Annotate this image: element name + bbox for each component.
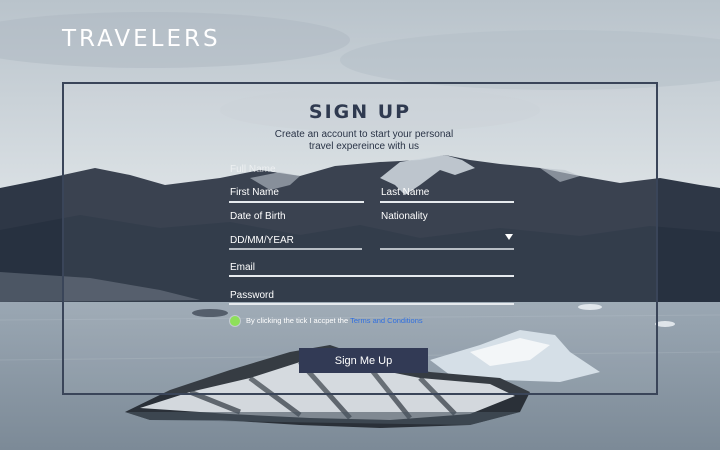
subtitle-line-2: travel expereince with us bbox=[308, 141, 420, 152]
terms-text: By clicking the tick I accpet the Terms … bbox=[246, 316, 423, 325]
page-title: SIGN UP bbox=[308, 101, 412, 123]
password-underline bbox=[229, 303, 514, 305]
first-name-input[interactable]: First Name bbox=[230, 187, 279, 198]
email-underline bbox=[229, 275, 514, 277]
last-name-underline bbox=[380, 201, 514, 203]
email-input[interactable]: Email bbox=[230, 262, 255, 273]
last-name-input[interactable]: Last Name bbox=[381, 187, 429, 198]
terms-prefix: By clicking the tick I accpet the bbox=[246, 316, 351, 325]
nationality-select[interactable] bbox=[381, 235, 501, 247]
terms-link[interactable]: Terms and Conditions bbox=[350, 316, 423, 325]
dob-label: Date of Birth bbox=[230, 211, 286, 222]
password-input[interactable]: Password bbox=[230, 290, 274, 301]
dob-input[interactable]: DD/MM/YEAR bbox=[230, 235, 294, 246]
subtitle-line-1: Create an account to start your personal bbox=[274, 129, 454, 140]
nationality-label: Nationality bbox=[381, 211, 428, 222]
sign-me-up-button[interactable]: Sign Me Up bbox=[299, 348, 428, 373]
brand-logo[interactable]: TRAVELERS bbox=[62, 26, 221, 52]
nationality-underline bbox=[380, 248, 514, 250]
first-name-underline bbox=[229, 201, 364, 203]
full-name-label: Full Name bbox=[230, 164, 276, 175]
dob-underline bbox=[229, 248, 362, 250]
page-subtitle: Create an account to start your personal… bbox=[250, 129, 478, 153]
terms-checkbox[interactable] bbox=[230, 316, 240, 326]
chevron-down-icon[interactable] bbox=[505, 234, 513, 240]
